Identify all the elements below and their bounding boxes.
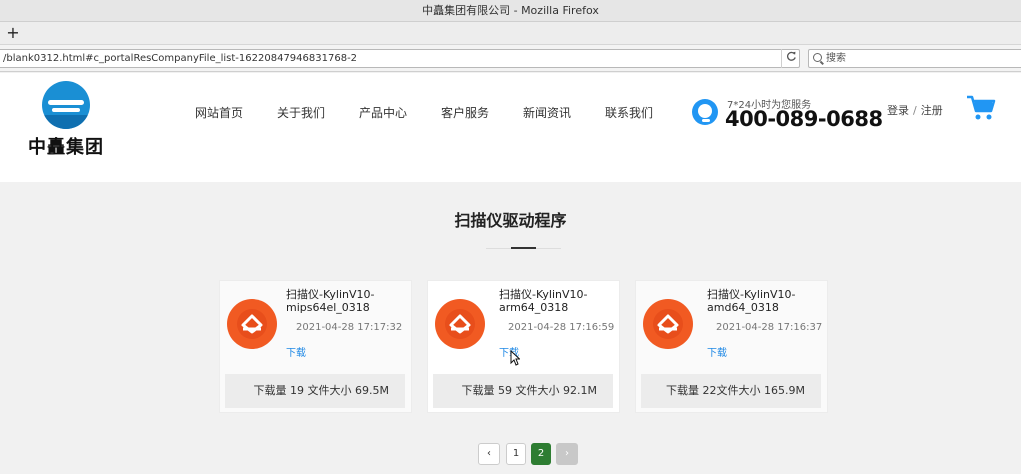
browser-navbar: /blank0312.html#c_portalResCompanyFile_l… [0, 44, 1021, 72]
file-card: 扫描仪-KylinV10-arm64_0318 2021-04-28 17:16… [427, 280, 620, 413]
title-divider [486, 247, 561, 249]
site-header: 中矗集团 网站首页 关于我们 产品中心 客户服务 新闻资讯 联系我们 7*24小… [0, 73, 1021, 182]
next-page-button[interactable]: › [556, 443, 578, 465]
file-date: 2021-04-28 17:16:37 [716, 322, 823, 333]
file-date: 2021-04-28 17:17:32 [296, 322, 403, 333]
nav-news[interactable]: 新闻资讯 [523, 104, 571, 121]
search-placeholder: 搜索 [826, 53, 846, 64]
file-card: 扫描仪-KylinV10-amd64_0318 2021-04-28 17:16… [635, 280, 828, 413]
file-stats: 下载量 59 文件大小 92.1M [433, 374, 613, 408]
cart-icon[interactable] [966, 95, 996, 121]
page-button-2[interactable]: 2 [531, 443, 551, 465]
download-link[interactable]: 下载 [707, 344, 727, 359]
scanner-icon [643, 299, 693, 349]
register-link[interactable]: 注册 [921, 104, 943, 117]
auth-separator: / [913, 104, 917, 117]
window-title: 中矗集团有限公司 - Mozilla Firefox [422, 4, 599, 17]
scanner-icon [227, 299, 277, 349]
nav-contact[interactable]: 联系我们 [605, 104, 653, 121]
tab-strip: + [0, 22, 1021, 44]
logo-text: 中矗集团 [28, 137, 104, 158]
file-name[interactable]: 扫描仪-KylinV10-arm64_0318 [499, 288, 621, 314]
main-content: 扫描仪驱动程序 扫描仪-KylinV10-mips64el_0318 2021-… [0, 182, 1021, 474]
prev-page-button[interactable]: ‹ [478, 443, 500, 465]
hotline-number: 400-089-0688 [725, 107, 883, 131]
file-name[interactable]: 扫描仪-KylinV10-amd64_0318 [707, 288, 829, 314]
hotline: 7*24小时为您服务 400-089-0688 [692, 96, 883, 136]
file-stats: 下载量 19 文件大小 69.5M [225, 374, 405, 408]
file-date: 2021-04-28 17:16:59 [508, 322, 615, 333]
nav-about[interactable]: 关于我们 [277, 104, 325, 121]
url-bar[interactable]: /blank0312.html#c_portalResCompanyFile_l… [0, 49, 800, 68]
mouse-cursor-icon [510, 349, 521, 366]
file-name[interactable]: 扫描仪-KylinV10-mips64el_0318 [286, 288, 408, 314]
headset-icon [692, 99, 718, 125]
file-card: 扫描仪-KylinV10-mips64el_0318 2021-04-28 17… [219, 280, 412, 413]
scanner-icon [435, 299, 485, 349]
browser-search-input[interactable]: 搜索 [808, 49, 1021, 68]
reload-icon[interactable] [781, 49, 800, 68]
window-titlebar: 中矗集团有限公司 - Mozilla Firefox [0, 0, 1021, 22]
nav-products[interactable]: 产品中心 [359, 104, 407, 121]
page-button-1[interactable]: 1 [506, 443, 526, 465]
auth-links: 登录 / 注册 [887, 102, 943, 118]
page-title: 扫描仪驱动程序 [454, 211, 567, 230]
company-logo[interactable]: 中矗集团 [26, 81, 106, 161]
logo-mark [42, 81, 90, 129]
nav-home[interactable]: 网站首页 [195, 104, 243, 121]
nav-service[interactable]: 客户服务 [441, 104, 489, 121]
search-icon [813, 53, 822, 62]
file-stats: 下载量 22文件大小 165.9M [641, 374, 821, 408]
login-link[interactable]: 登录 [887, 104, 909, 117]
new-tab-button[interactable]: + [4, 23, 22, 43]
download-link[interactable]: 下载 [286, 344, 306, 359]
